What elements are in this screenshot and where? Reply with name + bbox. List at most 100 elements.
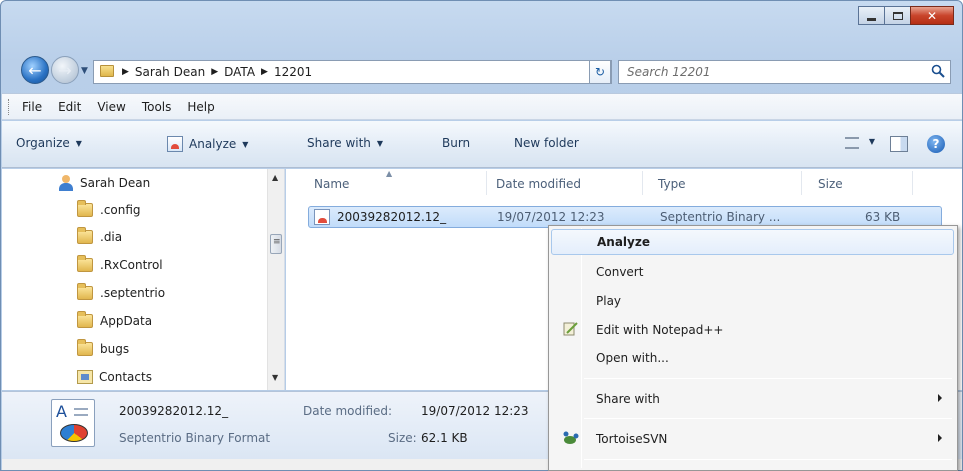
- tree-item-label: .RxControl: [100, 258, 163, 272]
- column-header-date[interactable]: Date modified: [496, 169, 581, 199]
- submenu-arrow-icon: [938, 434, 942, 442]
- context-item-convert[interactable]: Convert: [551, 259, 954, 285]
- file-date: 19/07/2012 12:23: [497, 210, 605, 224]
- chevron-right-icon[interactable]: ▶: [122, 67, 129, 77]
- menu-separator: [584, 418, 952, 419]
- menu-tools[interactable]: Tools: [142, 100, 172, 114]
- new-folder-button[interactable]: New folder: [514, 136, 579, 150]
- folder-icon: [77, 255, 93, 272]
- tortoisesvn-icon: [563, 431, 579, 444]
- scroll-up-icon[interactable]: ▲: [272, 173, 278, 182]
- menu-separator: [584, 378, 952, 379]
- tree-item-rxcontrol[interactable]: .RxControl: [77, 251, 163, 279]
- chevron-down-icon: ▼: [242, 139, 249, 149]
- share-with-button[interactable]: Share with ▼: [307, 136, 383, 150]
- column-header-name[interactable]: Name ▲: [314, 169, 392, 199]
- recent-pages-button[interactable]: ▼: [81, 66, 88, 76]
- context-item-play[interactable]: Play: [551, 288, 954, 314]
- tree-item-label: .septentrio: [100, 286, 166, 300]
- forward-button[interactable]: →: [51, 56, 79, 84]
- breadcrumb-data[interactable]: DATA: [224, 65, 255, 79]
- context-item-label: Analyze: [597, 235, 650, 249]
- context-item-tortoisesvn[interactable]: TortoiseSVN: [551, 426, 954, 452]
- navigation-bar: ← → ▼ ▶ Sarah Dean ▶ DATA ▶ 12201 ▼ ↻ Se…: [1, 56, 962, 86]
- scroll-down-icon[interactable]: ▼: [272, 373, 278, 382]
- chevron-right-icon[interactable]: ▶: [261, 67, 268, 77]
- chevron-right-icon[interactable]: ▶: [211, 67, 218, 77]
- tree-item-label: Sarah Dean: [80, 176, 151, 190]
- column-label: Name: [314, 177, 350, 191]
- column-divider[interactable]: [486, 171, 487, 195]
- scroll-thumb[interactable]: [270, 234, 282, 254]
- tree-item-config[interactable]: .config: [77, 196, 141, 224]
- column-header-type[interactable]: Type: [658, 169, 686, 199]
- chevron-down-icon[interactable]: ▼: [869, 137, 875, 146]
- context-item-analyze[interactable]: Analyze: [551, 229, 954, 255]
- context-item-open-with[interactable]: Open with...: [551, 345, 954, 371]
- tree-scrollbar[interactable]: ▲ ▼: [267, 169, 284, 390]
- tree-item-label: .dia: [100, 230, 123, 244]
- tree-item-label: AppData: [100, 314, 153, 328]
- minimize-button[interactable]: [858, 6, 885, 25]
- sort-ascending-icon: ▲: [386, 169, 393, 178]
- details-date-value: 19/07/2012 12:23: [421, 404, 529, 418]
- breadcrumb-sarah-dean[interactable]: Sarah Dean: [135, 65, 205, 79]
- help-icon[interactable]: ?: [927, 135, 945, 153]
- tree-item-bugs[interactable]: bugs: [77, 335, 129, 363]
- refresh-button[interactable]: ↻: [589, 60, 611, 84]
- back-button[interactable]: ←: [21, 56, 49, 84]
- column-divider[interactable]: [642, 171, 643, 195]
- menu-bar: File Edit View Tools Help: [2, 93, 962, 120]
- tree-item-appdata[interactable]: AppData: [77, 307, 152, 335]
- file-type-icon: A: [51, 399, 95, 447]
- folder-icon: [77, 339, 93, 356]
- menu-edit[interactable]: Edit: [58, 100, 81, 114]
- details-date-label: Date modified:: [303, 404, 393, 418]
- breadcrumb-12201[interactable]: 12201: [274, 65, 312, 79]
- details-size-value: 62.1 KB: [421, 431, 468, 445]
- new-folder-label: New folder: [514, 136, 579, 150]
- context-item-edit-notepadpp[interactable]: Edit with Notepad++: [551, 317, 954, 343]
- maximize-button[interactable]: [884, 6, 911, 25]
- tree-item-label: .config: [100, 203, 141, 217]
- folder-icon: [77, 200, 93, 217]
- details-filename: 20039282012.12_: [119, 404, 229, 418]
- preview-pane-icon[interactable]: [890, 136, 908, 152]
- burn-button[interactable]: Burn: [442, 136, 470, 150]
- menu-help[interactable]: Help: [187, 100, 214, 114]
- tree-item-dia[interactable]: .dia: [77, 223, 122, 251]
- menu-separator: [584, 459, 952, 460]
- column-divider[interactable]: [801, 171, 802, 195]
- septentrio-file-icon: [314, 209, 330, 225]
- change-view-icon[interactable]: [845, 137, 859, 149]
- context-item-label: Share with: [596, 392, 660, 406]
- close-button[interactable]: ✕: [910, 6, 954, 25]
- column-header-size[interactable]: Size: [818, 169, 843, 199]
- search-input[interactable]: Search 12201: [618, 60, 951, 84]
- tree-item-septentrio[interactable]: .septentrio: [77, 279, 165, 307]
- contacts-folder-icon: [77, 370, 93, 384]
- refresh-icon: ↻: [594, 65, 606, 79]
- address-bar[interactable]: ▶ Sarah Dean ▶ DATA ▶ 12201 ▼: [93, 60, 612, 84]
- command-bar: Organize ▼ Analyze ▼ Share with ▼ Burn New …: [2, 121, 962, 168]
- file-size: 63 KB: [865, 210, 901, 224]
- tree-item-sarah-dean[interactable]: Sarah Dean: [58, 169, 150, 197]
- share-with-label: Share with: [307, 136, 371, 150]
- column-divider[interactable]: [912, 171, 913, 195]
- context-item-share-with[interactable]: Share with: [551, 386, 954, 412]
- folder-icon: [77, 311, 93, 328]
- burn-label: Burn: [442, 136, 471, 150]
- menu-grip: [8, 99, 11, 115]
- organize-button[interactable]: Organize ▼: [16, 136, 82, 150]
- analyze-button[interactable]: Analyze ▼: [167, 136, 248, 152]
- tree-item-label: Contacts: [99, 370, 152, 384]
- search-icon[interactable]: [931, 64, 945, 78]
- column-label: Size: [818, 177, 843, 191]
- close-icon: ✕: [926, 8, 938, 23]
- menu-view[interactable]: View: [97, 100, 125, 114]
- context-menu: Analyze Convert Play Edit with Notepad++…: [548, 225, 958, 471]
- tree-item-contacts[interactable]: Contacts: [77, 363, 152, 391]
- context-item-label: Open with...: [596, 351, 669, 365]
- chevron-down-icon: ▼: [75, 138, 82, 148]
- menu-file[interactable]: File: [22, 100, 42, 114]
